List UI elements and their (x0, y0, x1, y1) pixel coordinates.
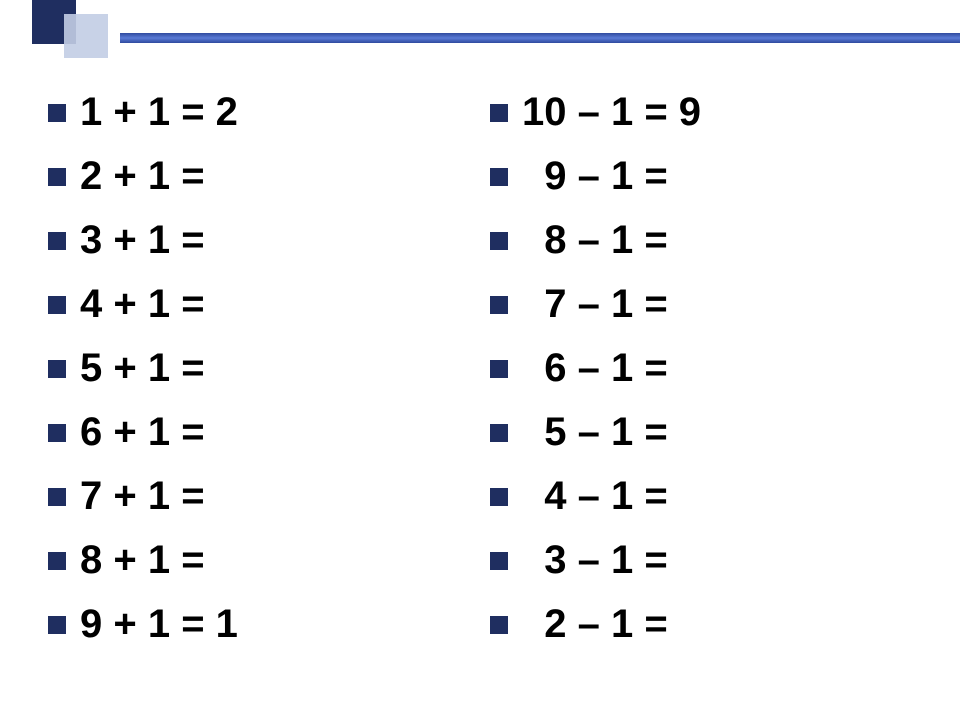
list-item: 6 – 1 = (490, 348, 912, 388)
list-item: 6 + 1 = (48, 412, 470, 452)
list-item: 10 – 1 = 9 (490, 92, 912, 132)
list-item: 9 – 1 = (490, 156, 912, 196)
slide-content: 1 + 1 = 2 2 + 1 = 3 + 1 = 4 + 1 = 5 + 1 … (48, 92, 912, 700)
list-item: 2 + 1 = (48, 156, 470, 196)
list-item: 8 + 1 = (48, 540, 470, 580)
equation-text: 6 – 1 = (522, 348, 668, 388)
bullet-icon (48, 360, 66, 378)
bullet-icon (490, 552, 508, 570)
equation-text: 9 + 1 = 1 (80, 604, 238, 644)
bullet-icon (490, 296, 508, 314)
bullet-icon (490, 168, 508, 186)
bullet-icon (48, 552, 66, 570)
equation-text: 8 – 1 = (522, 220, 668, 260)
equation-text: 10 – 1 = 9 (522, 92, 701, 132)
list-item: 2 – 1 = (490, 604, 912, 644)
equation-text: 4 – 1 = (522, 476, 668, 516)
list-item: 1 + 1 = 2 (48, 92, 470, 132)
equation-text: 7 – 1 = (522, 284, 668, 324)
list-item: 4 – 1 = (490, 476, 912, 516)
bullet-icon (48, 104, 66, 122)
list-item: 9 + 1 = 1 (48, 604, 470, 644)
bullet-icon (48, 488, 66, 506)
equation-text: 6 + 1 = (80, 412, 205, 452)
header-square-light (64, 14, 108, 58)
bullet-icon (490, 232, 508, 250)
bullet-icon (48, 424, 66, 442)
equation-text: 2 – 1 = (522, 604, 668, 644)
list-item: 5 + 1 = (48, 348, 470, 388)
slide-header-decoration (0, 0, 960, 50)
bullet-icon (490, 488, 508, 506)
equation-text: 3 + 1 = (80, 220, 205, 260)
header-bar (120, 33, 960, 43)
bullet-icon (48, 232, 66, 250)
equation-text: 9 – 1 = (522, 156, 668, 196)
equation-text: 1 + 1 = 2 (80, 92, 238, 132)
bullet-icon (490, 424, 508, 442)
list-item: 8 – 1 = (490, 220, 912, 260)
list-item: 7 + 1 = (48, 476, 470, 516)
bullet-icon (48, 168, 66, 186)
bullet-icon (490, 360, 508, 378)
bullet-icon (490, 104, 508, 122)
equation-text: 5 + 1 = (80, 348, 205, 388)
list-item: 4 + 1 = (48, 284, 470, 324)
right-column: 10 – 1 = 9 9 – 1 = 8 – 1 = 7 – 1 = 6 – 1… (490, 92, 912, 700)
list-item: 7 – 1 = (490, 284, 912, 324)
list-item: 3 + 1 = (48, 220, 470, 260)
equation-text: 8 + 1 = (80, 540, 205, 580)
list-item: 3 – 1 = (490, 540, 912, 580)
equation-text: 2 + 1 = (80, 156, 205, 196)
bullet-icon (48, 296, 66, 314)
equation-text: 5 – 1 = (522, 412, 668, 452)
equation-text: 4 + 1 = (80, 284, 205, 324)
bullet-icon (490, 616, 508, 634)
list-item: 5 – 1 = (490, 412, 912, 452)
equation-text: 7 + 1 = (80, 476, 205, 516)
equation-text: 3 – 1 = (522, 540, 668, 580)
left-column: 1 + 1 = 2 2 + 1 = 3 + 1 = 4 + 1 = 5 + 1 … (48, 92, 470, 700)
bullet-icon (48, 616, 66, 634)
